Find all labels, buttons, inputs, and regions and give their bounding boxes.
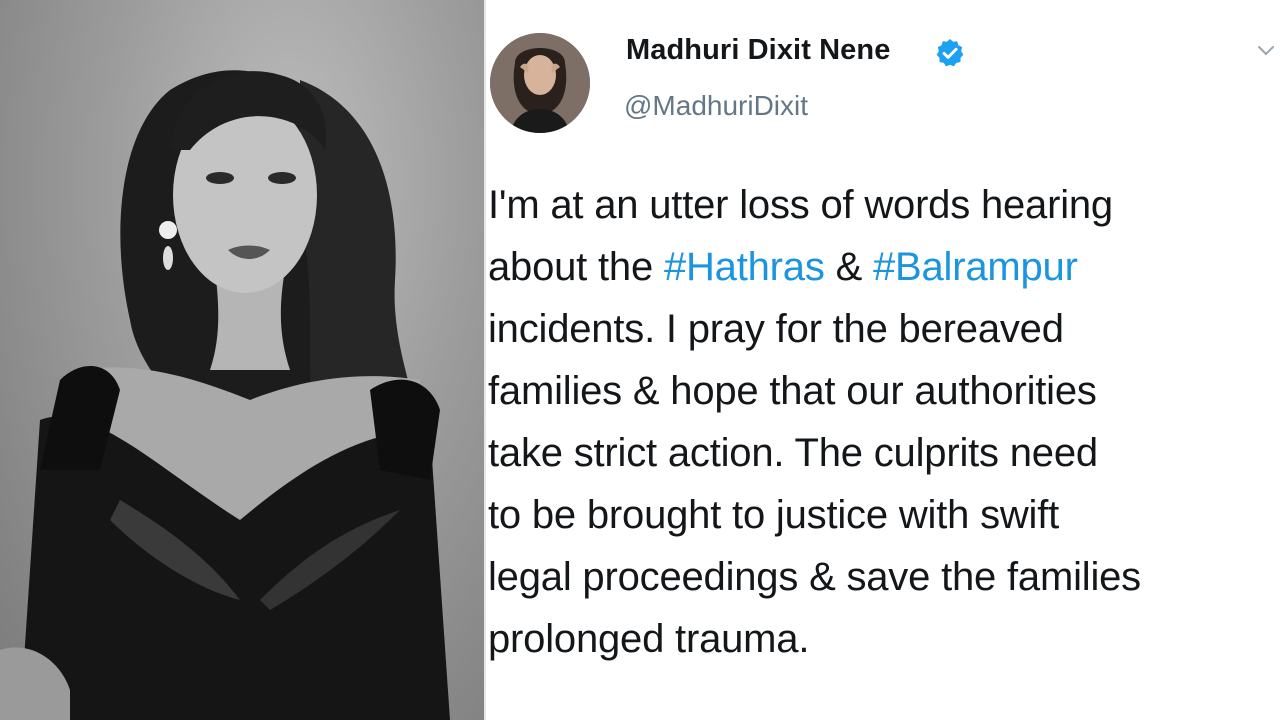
avatar[interactable] xyxy=(490,33,590,133)
hashtag-link-balrampur[interactable]: #Balrampur xyxy=(873,245,1078,289)
tweet-text: I'm at an utter loss of words hearing ab… xyxy=(488,174,1278,670)
portrait-illustration xyxy=(0,70,450,720)
portrait-photo xyxy=(0,0,484,720)
tweet-line: to be brought to justice with swift xyxy=(488,493,1060,537)
tweet-text-segment: & xyxy=(824,245,873,289)
chevron-down-icon[interactable] xyxy=(1256,40,1276,60)
tweet-card: Madhuri Dixit Nene @MadhuriDixit I'm at … xyxy=(486,0,1280,720)
tweet-line: families & hope that our authorities xyxy=(488,369,1097,413)
hashtag-link-hathras[interactable]: #Hathras xyxy=(664,245,825,289)
tweet-line: incidents. I pray for the bereaved xyxy=(488,307,1064,351)
tweet-text-segment: about the xyxy=(488,245,664,289)
tweet-line: prolonged trauma. xyxy=(488,617,810,661)
tweet-line: I'm at an utter loss of words hearing xyxy=(488,183,1113,227)
avatar-image xyxy=(490,33,590,133)
tweet-line: about the #Hathras & #Balrampur xyxy=(488,236,1278,298)
user-handle[interactable]: @MadhuriDixit xyxy=(624,90,808,122)
verified-check-icon xyxy=(936,39,964,67)
tweet-line: take strict action. The culprits need xyxy=(488,431,1098,475)
display-name[interactable]: Madhuri Dixit Nene xyxy=(626,34,890,67)
tweet-line: legal proceedings & save the families xyxy=(488,555,1141,599)
